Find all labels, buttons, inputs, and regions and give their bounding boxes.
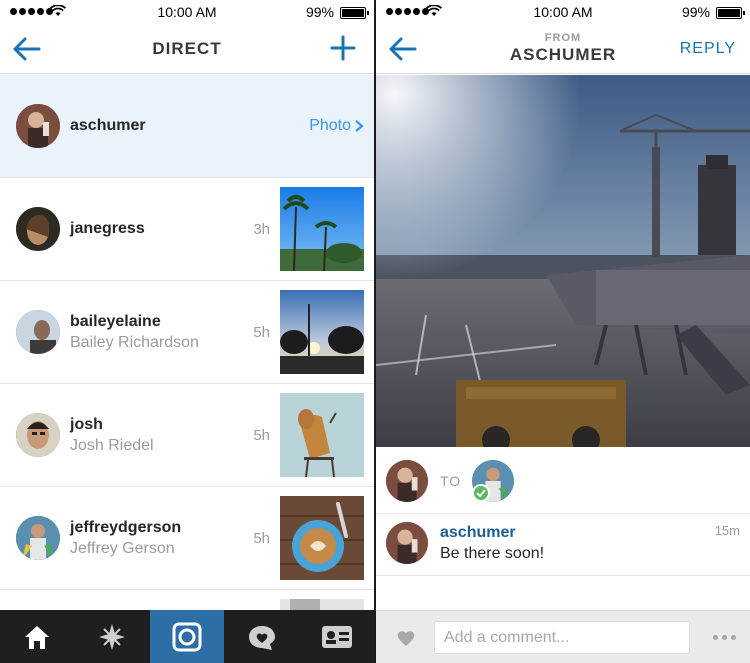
status-bar: 10:00 AM 99% [376, 0, 750, 24]
thread-age: 5h [253, 530, 270, 547]
battery-percent: 99% [681, 4, 710, 20]
avatar[interactable] [386, 522, 428, 564]
chevron-right-icon [355, 120, 364, 132]
explore-icon [99, 623, 126, 650]
seen-check-icon [472, 484, 490, 502]
tab-bar [0, 610, 374, 663]
comment-age: 15m [714, 523, 740, 538]
thread-fullname: Bailey Richardson [70, 334, 199, 351]
tab-activity[interactable] [224, 610, 299, 663]
thread-thumbnail[interactable] [280, 187, 364, 271]
avatar [16, 516, 60, 560]
tab-home[interactable] [0, 610, 75, 663]
thread-username: aschumer [70, 117, 146, 134]
thread-fullname: Josh Riedel [70, 437, 154, 454]
thread-row[interactable]: jeffreydgerson Jeffrey Gerson 5h [0, 487, 374, 590]
avatar [16, 207, 60, 251]
more-options-icon[interactable] [713, 635, 736, 640]
comment-composer [376, 610, 750, 663]
heart-icon[interactable] [396, 629, 416, 647]
camera-icon [172, 622, 202, 651]
thread-username: jeffreydgerson [70, 519, 182, 536]
activity-icon [248, 625, 275, 650]
recipients-row: TO [376, 448, 750, 514]
tab-explore[interactable] [75, 610, 150, 663]
thread-row[interactable]: aschumer Photo [0, 75, 374, 178]
thread-age: 3h [253, 221, 270, 238]
tab-camera[interactable] [149, 610, 225, 663]
reply-button[interactable]: REPLY [680, 40, 736, 58]
home-icon [25, 625, 50, 649]
photo-link-label: Photo [309, 117, 351, 134]
comment-item: aschumer Be there soon! 15m [376, 514, 750, 576]
to-label: TO [440, 473, 462, 489]
comment-text: Be there soon! [440, 545, 545, 562]
comment-username[interactable]: aschumer [440, 524, 516, 542]
thread-thumbnail[interactable] [280, 290, 364, 374]
thread-row[interactable]: baileyelaine Bailey Richardson 5h [0, 281, 374, 384]
profile-icon [321, 625, 352, 648]
thread-row[interactable]: janegress 3h [0, 178, 374, 281]
photo-link[interactable]: Photo [309, 117, 364, 135]
sender-avatar[interactable] [386, 460, 428, 502]
comment-input[interactable] [434, 621, 690, 654]
message-detail-screen: 10:00 AM 99% FROM ASCHUMER REPLY TO asch… [376, 0, 750, 663]
thread-thumbnail[interactable] [280, 496, 364, 580]
direct-nav-bar: DIRECT [0, 24, 374, 74]
avatar [16, 104, 60, 148]
page-title: DIRECT [152, 39, 222, 58]
plus-icon[interactable] [330, 35, 356, 61]
thread-username: janegress [70, 220, 145, 237]
direct-inbox-screen: 10:00 AM 99% DIRECT aschumer Photo janeg… [0, 0, 374, 663]
thread-age: 5h [253, 427, 270, 444]
thread-list: aschumer Photo janegress 3h baileyelaine… [0, 75, 374, 663]
avatar [16, 413, 60, 457]
thread-username: josh [70, 416, 103, 433]
battery-icon [716, 7, 745, 19]
thread-age: 5h [253, 324, 270, 341]
detail-nav-bar: FROM ASCHUMER REPLY [376, 24, 750, 74]
thread-fullname: Jeffrey Gerson [70, 540, 175, 557]
tab-profile[interactable] [299, 610, 374, 663]
battery-icon [340, 7, 369, 19]
avatar [16, 310, 60, 354]
status-bar: 10:00 AM 99% [0, 0, 374, 24]
message-photo[interactable] [376, 75, 750, 447]
thread-thumbnail[interactable] [280, 393, 364, 477]
thread-row[interactable]: josh Josh Riedel 5h [0, 384, 374, 487]
battery-percent: 99% [305, 4, 334, 20]
thread-username: baileyelaine [70, 313, 161, 330]
